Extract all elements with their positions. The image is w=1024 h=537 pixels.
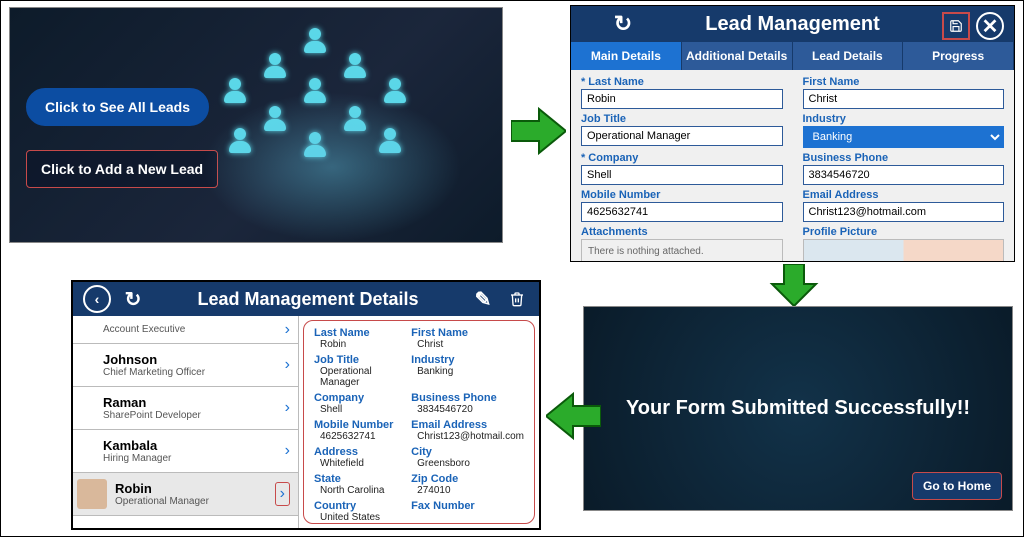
home-panel: Click to See All Leads Click to Add a Ne… <box>9 7 503 243</box>
last-name-input[interactable] <box>581 89 783 109</box>
mobile-label: Mobile Number <box>581 189 783 201</box>
refresh-icon[interactable]: ↻ <box>121 287 145 311</box>
go-home-button[interactable]: Go to Home <box>912 472 1002 500</box>
list-item[interactable]: Johnson Chief Marketing Officer › <box>73 344 298 387</box>
refresh-icon[interactable]: ↻ <box>611 12 635 36</box>
avatar <box>77 479 107 509</box>
industry-select[interactable]: Banking <box>803 126 1005 148</box>
mobile-input[interactable] <box>581 202 783 222</box>
back-icon[interactable]: ‹ <box>83 285 111 313</box>
job-title-input[interactable] <box>581 126 783 146</box>
company-label: Company <box>588 152 638 164</box>
email-label: Email Address <box>803 189 1005 201</box>
email-input[interactable] <box>803 202 1005 222</box>
business-phone-input[interactable] <box>803 165 1005 185</box>
details-title: Lead Management Details <box>155 289 461 310</box>
profile-picture-box[interactable] <box>803 239 1005 262</box>
form-tabs: Main Details Additional Details Lead Det… <box>571 42 1014 70</box>
chevron-right-icon: › <box>285 321 290 339</box>
tab-progress[interactable]: Progress <box>903 42 1014 70</box>
arrow-down-icon <box>769 264 819 306</box>
arrow-right-icon <box>511 106 566 156</box>
add-new-lead-button[interactable]: Click to Add a New Lead <box>26 150 218 188</box>
edit-icon[interactable]: ✎ <box>471 287 495 311</box>
list-item[interactable]: Kambala Hiring Manager › <box>73 430 298 473</box>
save-icon[interactable] <box>942 12 970 40</box>
see-all-leads-button[interactable]: Click to See All Leads <box>26 88 209 126</box>
tab-additional-details[interactable]: Additional Details <box>682 42 793 70</box>
close-icon[interactable]: ✕ <box>976 12 1004 40</box>
form-title: Lead Management <box>705 13 879 36</box>
attachments-label: Attachments <box>581 226 783 238</box>
list-item[interactable]: Account Executive › <box>73 316 298 344</box>
last-name-label: Last Name <box>588 76 644 88</box>
tab-main-details[interactable]: Main Details <box>571 42 682 70</box>
lead-list: Account Executive › Johnson Chief Market… <box>73 316 299 528</box>
first-name-input[interactable] <box>803 89 1005 109</box>
list-item-selected[interactable]: Robin Operational Manager › <box>73 473 298 516</box>
industry-label: Industry <box>803 113 1005 125</box>
job-title-label: Job Title <box>581 113 783 125</box>
chevron-right-icon: › <box>285 442 290 460</box>
success-message: Your Form Submitted Successfully!! <box>626 397 970 420</box>
details-titlebar: ‹ ↻ Lead Management Details ✎ <box>73 282 539 316</box>
chevron-right-icon: › <box>285 399 290 417</box>
lead-form-panel: ↻ Lead Management ✕ Main Details Additio… <box>570 5 1015 262</box>
first-name-label: First Name <box>803 76 1005 88</box>
form-titlebar: ↻ Lead Management ✕ <box>571 6 1014 42</box>
chevron-right-icon: › <box>275 482 290 506</box>
list-item[interactable]: Raman SharePoint Developer › <box>73 387 298 430</box>
profile-picture-label: Profile Picture <box>803 226 1005 238</box>
delete-icon[interactable] <box>505 287 529 311</box>
success-panel: Your Form Submitted Successfully!! Go to… <box>583 306 1013 511</box>
chevron-right-icon: › <box>285 356 290 374</box>
company-input[interactable] <box>581 165 783 185</box>
hands-graphic <box>202 92 462 242</box>
business-phone-label: Business Phone <box>803 152 1005 164</box>
attachments-box[interactable]: There is nothing attached. <box>581 239 783 262</box>
arrow-left-icon <box>546 391 601 441</box>
tab-lead-details[interactable]: Lead Details <box>793 42 904 70</box>
lead-detail-card: Last NameRobin First NameChrist Job Titl… <box>303 320 535 524</box>
details-panel: ‹ ↻ Lead Management Details ✎ Account Ex… <box>71 280 541 530</box>
